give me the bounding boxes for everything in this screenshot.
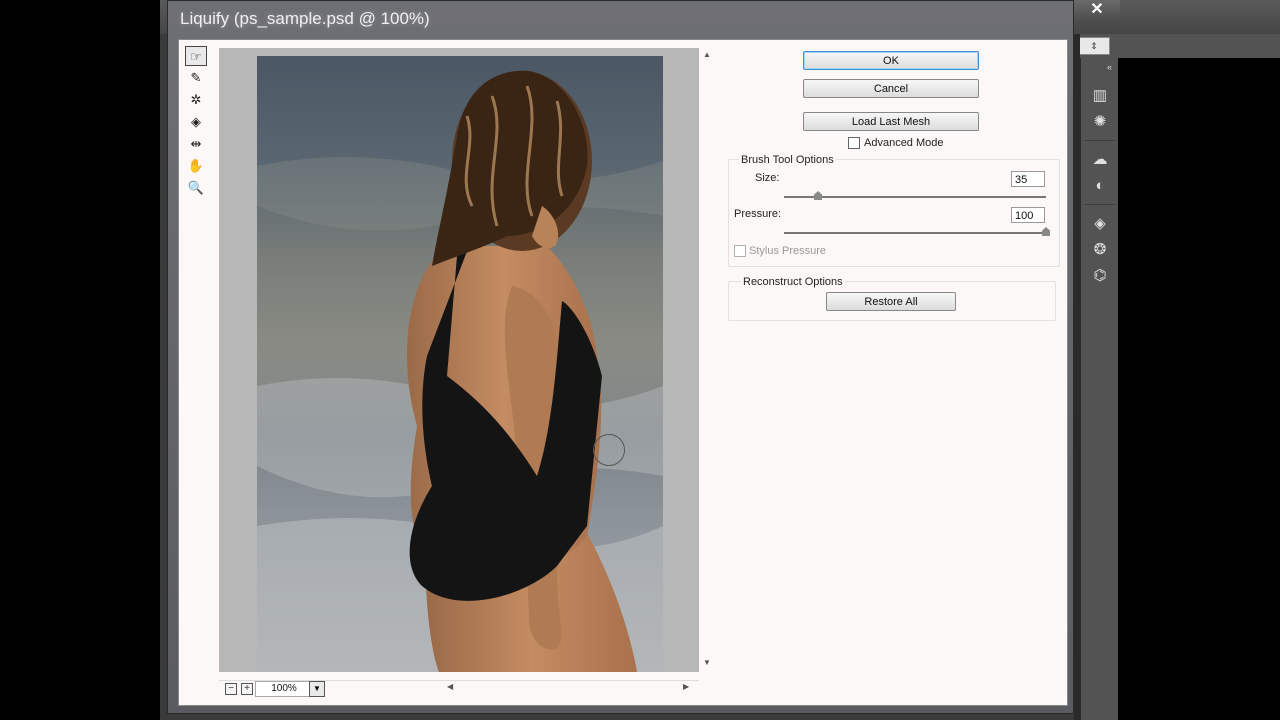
dialog-title: Liquify (ps_sample.psd @ 100%) <box>180 9 430 28</box>
hand-icon: ✋ <box>187 158 205 173</box>
stylus-pressure-checkbox[interactable] <box>734 245 746 257</box>
reconstruct-tool[interactable]: ✎ <box>185 68 207 88</box>
stylus-pressure-label: Stylus Pressure <box>749 245 827 257</box>
hand-tool[interactable]: ✋ <box>185 156 207 176</box>
vertical-scrollbar[interactable]: ▲ ▼ <box>699 48 715 672</box>
cancel-button[interactable]: Cancel <box>803 79 979 98</box>
channels-icon[interactable]: ❂ <box>1090 240 1110 260</box>
brush-cursor <box>593 434 625 466</box>
horizontal-scrollbar[interactable]: ◀ ▶ <box>437 680 699 696</box>
pressure-label: Pressure: <box>734 208 782 220</box>
forward-warp-tool[interactable]: ☞ <box>185 46 207 66</box>
pucker-icon: ✲ <box>190 92 202 107</box>
load-last-mesh-button[interactable]: Load Last Mesh <box>803 112 979 131</box>
zoom-in-button[interactable]: + <box>241 683 253 695</box>
zoom-dropdown[interactable]: ▼ <box>309 681 325 697</box>
restore-all-button[interactable]: Restore All <box>826 292 956 311</box>
zoom-out-button[interactable]: − <box>225 683 237 695</box>
paths-icon[interactable]: ⌬ <box>1090 266 1110 286</box>
magnifier-icon: 🔍 <box>187 180 205 195</box>
size-label: Size: <box>755 172 780 184</box>
workspace-dropdown[interactable]: ⇕ <box>1078 37 1110 55</box>
reconstruct-options-title: Reconstruct Options <box>741 276 845 288</box>
creative-cloud-icon[interactable]: ☁ <box>1090 150 1110 170</box>
close-icon: ✕ <box>1090 1 1104 18</box>
collapse-panels-icon[interactable]: « <box>1107 62 1112 72</box>
adjustments-icon[interactable]: ◐ <box>1090 176 1110 196</box>
scroll-up-icon[interactable]: ▲ <box>703 50 711 59</box>
ok-button[interactable]: OK <box>803 51 979 70</box>
brush-options-title: Brush Tool Options <box>739 154 836 166</box>
scroll-right-icon[interactable]: ▶ <box>683 682 689 691</box>
pressure-field[interactable]: 100 <box>1011 207 1045 223</box>
tools-panel: ☞ ✎ ✲ ◈ ⇹ ✋ 🔍 <box>185 46 209 200</box>
subject-photo <box>257 70 663 672</box>
bloat-tool[interactable]: ◈ <box>185 112 207 132</box>
reconstruct-icon: ✎ <box>190 70 202 85</box>
layers-icon[interactable]: ◈ <box>1090 214 1110 234</box>
size-field[interactable]: 35 <box>1011 171 1045 187</box>
push-left-tool[interactable]: ⇹ <box>185 134 207 154</box>
scroll-down-icon[interactable]: ▼ <box>703 658 711 667</box>
advanced-mode-label: Advanced Mode <box>864 137 944 149</box>
collapsed-panel-dock: « ▥ ✺ ☁ ◐ ◈ ❂ ⌬ <box>1080 58 1119 720</box>
screen-edge <box>1118 58 1280 720</box>
pressure-slider-track[interactable] <box>784 232 1046 234</box>
liquify-dialog: Liquify (ps_sample.psd @ 100%) ☞ ✎ ✲ ◈ ⇹… <box>167 0 1074 714</box>
pucker-tool[interactable]: ✲ <box>185 90 207 110</box>
app-close-button[interactable]: ✕ <box>1074 0 1120 20</box>
scroll-left-icon[interactable]: ◀ <box>447 682 453 691</box>
histogram-icon[interactable]: ▥ <box>1090 86 1110 106</box>
preview-canvas[interactable] <box>219 48 699 672</box>
bloat-icon: ◈ <box>191 114 201 129</box>
zoom-tool[interactable]: 🔍 <box>185 178 207 198</box>
advanced-mode-checkbox[interactable] <box>848 137 860 149</box>
brush-settings-icon[interactable]: ✺ <box>1090 112 1110 132</box>
preview-image <box>257 56 663 672</box>
push-left-icon: ⇹ <box>190 136 202 151</box>
zoom-level-field[interactable]: 100% <box>255 681 313 697</box>
size-slider-track[interactable] <box>784 196 1046 198</box>
dialog-content: ☞ ✎ ✲ ◈ ⇹ ✋ 🔍 ▲ ▼ − + 100% ▼ ◀ ▶ OK Canc… <box>178 39 1068 706</box>
forward-warp-icon: ☞ <box>190 49 202 64</box>
chevron-down-icon: ▼ <box>313 684 321 693</box>
